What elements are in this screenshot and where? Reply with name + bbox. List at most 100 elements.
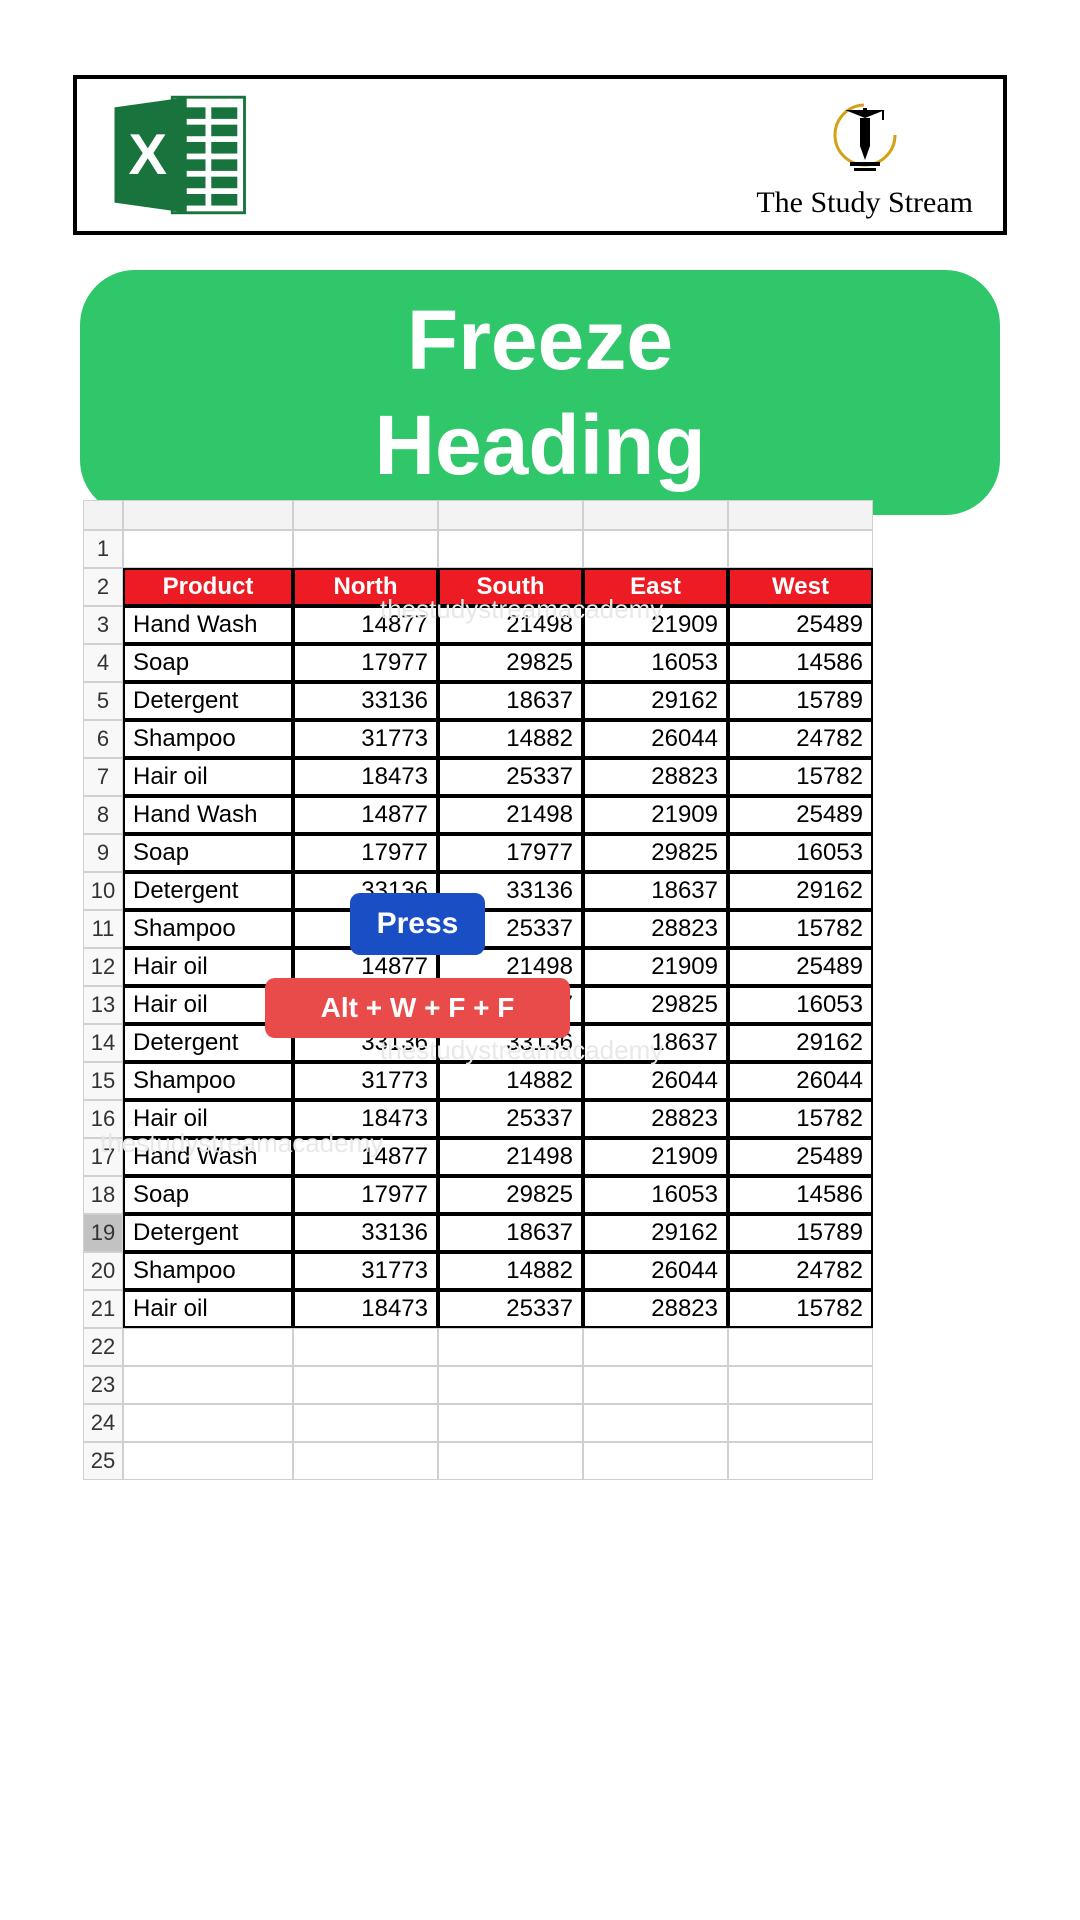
cell[interactable]: Soap: [123, 834, 293, 872]
cell[interactable]: 28823: [583, 1290, 728, 1328]
cell[interactable]: Product: [123, 568, 293, 606]
col-header-c[interactable]: [438, 500, 583, 530]
cell[interactable]: [123, 1366, 293, 1404]
cell[interactable]: 14877: [293, 606, 438, 644]
row-number[interactable]: 15: [83, 1062, 123, 1100]
row-number[interactable]: 16: [83, 1100, 123, 1138]
row-number[interactable]: 11: [83, 910, 123, 948]
cell[interactable]: 18637: [583, 872, 728, 910]
col-header-a[interactable]: [123, 500, 293, 530]
cell[interactable]: 14877: [293, 1138, 438, 1176]
cell[interactable]: 29162: [728, 1024, 873, 1062]
row-number[interactable]: 1: [83, 530, 123, 568]
cell[interactable]: 31773: [293, 720, 438, 758]
cell[interactable]: [583, 1404, 728, 1442]
row-number[interactable]: 21: [83, 1290, 123, 1328]
col-header-e[interactable]: [728, 500, 873, 530]
col-header-b[interactable]: [293, 500, 438, 530]
cell[interactable]: 21909: [583, 948, 728, 986]
cell[interactable]: North: [293, 568, 438, 606]
cell[interactable]: 29162: [583, 682, 728, 720]
cell[interactable]: 17977: [438, 834, 583, 872]
cell[interactable]: 21909: [583, 606, 728, 644]
cell[interactable]: [293, 1366, 438, 1404]
cell[interactable]: [438, 1328, 583, 1366]
cell[interactable]: [438, 530, 583, 568]
cell[interactable]: 18473: [293, 1290, 438, 1328]
row-number[interactable]: 18: [83, 1176, 123, 1214]
row-number[interactable]: 20: [83, 1252, 123, 1290]
cell[interactable]: 18637: [438, 682, 583, 720]
cell[interactable]: 18473: [293, 758, 438, 796]
cell[interactable]: 21498: [438, 606, 583, 644]
cell[interactable]: 14877: [293, 796, 438, 834]
cell[interactable]: 25489: [728, 796, 873, 834]
cell[interactable]: [728, 1328, 873, 1366]
cell[interactable]: 14882: [438, 1252, 583, 1290]
cell[interactable]: 26044: [583, 1062, 728, 1100]
row-number[interactable]: 9: [83, 834, 123, 872]
cell[interactable]: [293, 530, 438, 568]
cell[interactable]: [123, 1404, 293, 1442]
cell[interactable]: [728, 1404, 873, 1442]
cell[interactable]: [293, 1442, 438, 1480]
cell[interactable]: [293, 1404, 438, 1442]
cell[interactable]: 24782: [728, 1252, 873, 1290]
cell[interactable]: Detergent: [123, 1214, 293, 1252]
cell[interactable]: 29825: [583, 986, 728, 1024]
cell[interactable]: 21498: [438, 1138, 583, 1176]
cell[interactable]: 14586: [728, 1176, 873, 1214]
cell[interactable]: 29825: [438, 644, 583, 682]
cell[interactable]: 28823: [583, 1100, 728, 1138]
cell[interactable]: Shampoo: [123, 720, 293, 758]
row-number[interactable]: 3: [83, 606, 123, 644]
cell[interactable]: 14882: [438, 720, 583, 758]
col-header-d[interactable]: [583, 500, 728, 530]
cell[interactable]: 14882: [438, 1062, 583, 1100]
select-all-corner[interactable]: [83, 500, 123, 530]
row-number[interactable]: 6: [83, 720, 123, 758]
cell[interactable]: 18473: [293, 1100, 438, 1138]
cell[interactable]: 26044: [728, 1062, 873, 1100]
cell[interactable]: [438, 1404, 583, 1442]
cell[interactable]: 15782: [728, 1290, 873, 1328]
cell[interactable]: 17977: [293, 1176, 438, 1214]
cell[interactable]: [583, 1328, 728, 1366]
cell[interactable]: 16053: [583, 1176, 728, 1214]
cell[interactable]: 33136: [293, 682, 438, 720]
cell[interactable]: [438, 1366, 583, 1404]
cell[interactable]: South: [438, 568, 583, 606]
cell[interactable]: 28823: [583, 910, 728, 948]
row-number[interactable]: 19: [83, 1214, 123, 1252]
cell[interactable]: [728, 1366, 873, 1404]
cell[interactable]: 15782: [728, 758, 873, 796]
cell[interactable]: 29825: [438, 1176, 583, 1214]
cell[interactable]: 18637: [438, 1214, 583, 1252]
cell[interactable]: [583, 1442, 728, 1480]
row-number[interactable]: 13: [83, 986, 123, 1024]
cell[interactable]: [293, 1328, 438, 1366]
cell[interactable]: 25489: [728, 606, 873, 644]
cell[interactable]: 15789: [728, 1214, 873, 1252]
cell[interactable]: 16053: [728, 986, 873, 1024]
cell[interactable]: [123, 1442, 293, 1480]
cell[interactable]: 21909: [583, 1138, 728, 1176]
cell[interactable]: 26044: [583, 720, 728, 758]
row-number[interactable]: 8: [83, 796, 123, 834]
row-number[interactable]: 7: [83, 758, 123, 796]
cell[interactable]: [123, 1328, 293, 1366]
cell[interactable]: Shampoo: [123, 1062, 293, 1100]
cell[interactable]: [583, 530, 728, 568]
cell[interactable]: [728, 530, 873, 568]
cell[interactable]: Hair oil: [123, 1290, 293, 1328]
cell[interactable]: Detergent: [123, 682, 293, 720]
cell[interactable]: 21909: [583, 796, 728, 834]
cell[interactable]: 15782: [728, 1100, 873, 1138]
cell[interactable]: 25489: [728, 948, 873, 986]
cell[interactable]: 31773: [293, 1062, 438, 1100]
cell[interactable]: [728, 1442, 873, 1480]
row-number[interactable]: 24: [83, 1404, 123, 1442]
row-number[interactable]: 10: [83, 872, 123, 910]
cell[interactable]: 26044: [583, 1252, 728, 1290]
spreadsheet[interactable]: 12ProductNorthSouthEastWest3Hand Wash148…: [83, 500, 1003, 1920]
